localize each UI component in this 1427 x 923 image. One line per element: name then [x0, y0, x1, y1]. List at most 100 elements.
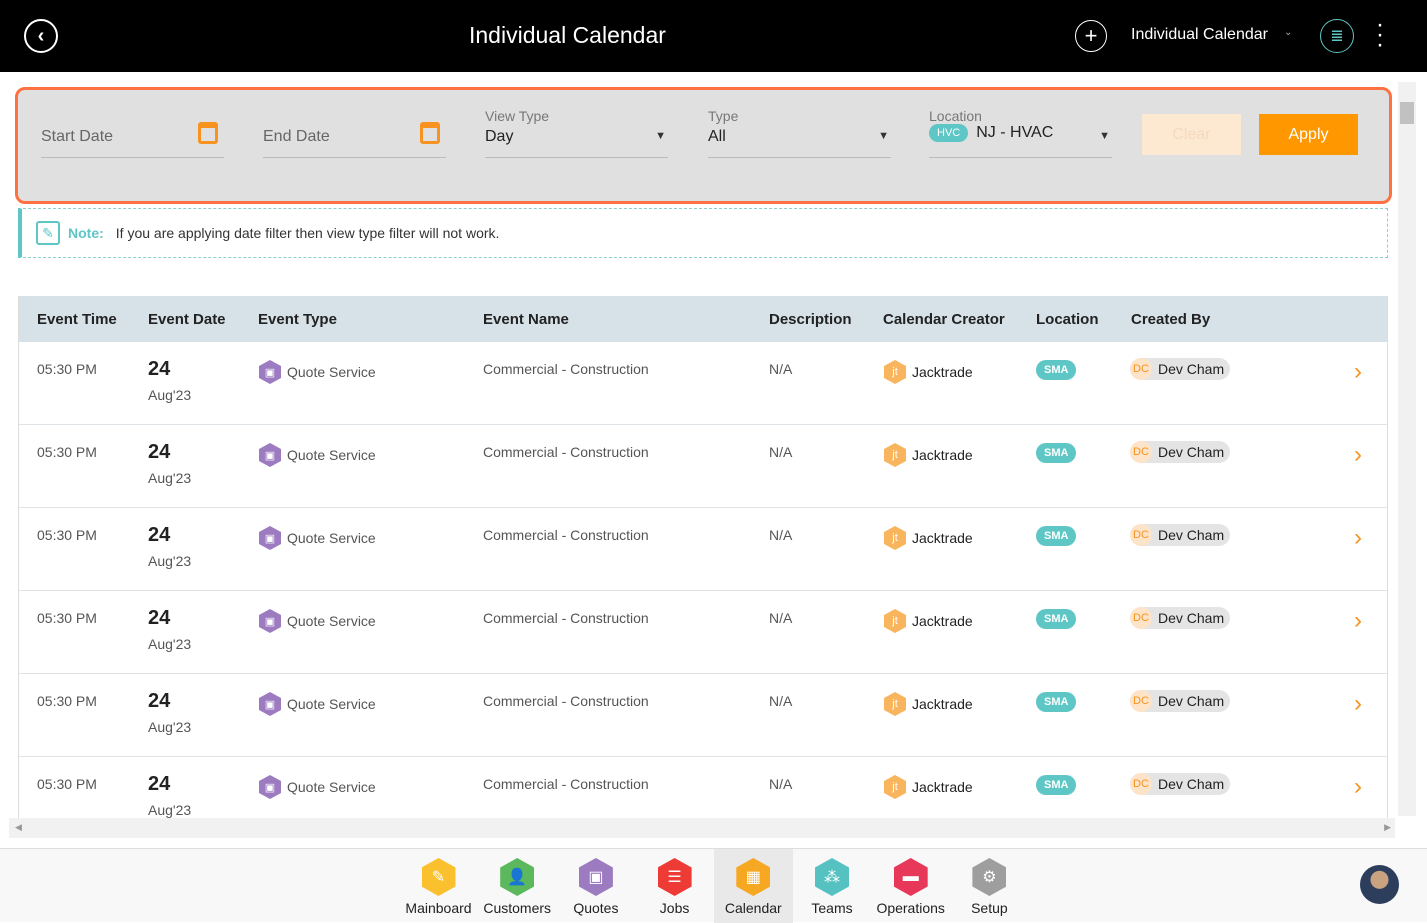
chevron-right-icon[interactable]: › — [1354, 773, 1362, 801]
nav-item-jobs[interactable]: ☰ Jobs — [635, 849, 714, 923]
user-initials-avatar: DC — [1130, 441, 1152, 463]
calendar-creator: jt Jacktrade — [884, 526, 973, 550]
user-initials-avatar: DC — [1130, 358, 1152, 380]
column-header[interactable]: Event Time — [37, 311, 117, 328]
event-type: ▣ Quote Service — [259, 609, 376, 633]
user-initials-avatar: DC — [1130, 690, 1152, 712]
avatar[interactable] — [1360, 865, 1399, 904]
event-name: Commercial - Construction — [483, 693, 649, 709]
column-header[interactable]: Event Type — [258, 311, 337, 328]
table-header: Event Time Event Date Event Type Event N… — [19, 296, 1387, 342]
event-time: 05:30 PM — [37, 693, 97, 709]
start-date-field[interactable]: Start Date — [41, 104, 224, 158]
event-type-label: Quote Service — [287, 613, 376, 629]
table-row[interactable]: 05:30 PM 24 Aug'23 ▣ Quote Service Commer… — [19, 674, 1387, 757]
operations-icon: ▬ — [893, 858, 928, 896]
nav-item-quotes[interactable]: ▣ Quotes — [556, 849, 635, 923]
event-month: Aug'23 — [148, 802, 192, 818]
created-by-chip: DC Dev Cham — [1130, 773, 1231, 795]
calendar-icon[interactable] — [420, 122, 440, 144]
nav-item-mainboard[interactable]: ✎ Mainboard — [399, 849, 478, 923]
created-by-chip: DC Dev Cham — [1130, 524, 1231, 546]
edit-note-icon: ✎ — [36, 221, 60, 245]
location-badge: SMA — [1036, 360, 1077, 380]
event-description: N/A — [769, 693, 793, 709]
end-date-field[interactable]: End Date — [263, 104, 446, 158]
nav-item-teams[interactable]: ⁂ Teams — [793, 849, 872, 923]
view-type-select[interactable]: View Type Day ▼ — [485, 104, 668, 158]
quote-service-icon: ▣ — [259, 443, 281, 467]
nav-label: Setup — [971, 900, 1008, 916]
nav-item-customers[interactable]: 👤 Customers — [478, 849, 557, 923]
back-icon[interactable]: ‹ — [24, 19, 58, 53]
page-title: Individual Calendar — [469, 22, 666, 48]
table-row[interactable]: 05:30 PM 24 Aug'23 ▣ Quote Service Commer… — [19, 757, 1387, 818]
event-type-label: Quote Service — [287, 447, 376, 463]
bottom-nav: ✎ Mainboard 👤 Customers ▣ Quotes ☰ Jobs ▦ Calenda… — [0, 848, 1427, 923]
quotes-icon: ▣ — [578, 858, 613, 896]
clear-button[interactable]: Clear — [1142, 114, 1241, 155]
quote-service-icon: ▣ — [259, 360, 281, 384]
table-row[interactable]: 05:30 PM 24 Aug'23 ▣ Quote Service Commer… — [19, 425, 1387, 508]
plus-icon[interactable]: + — [1075, 20, 1107, 52]
event-description: N/A — [769, 444, 793, 460]
note-text: If you are applying date filter then vie… — [115, 225, 500, 241]
column-header[interactable]: Calendar Creator — [883, 311, 1005, 328]
created-by-chip: DC Dev Cham — [1130, 690, 1231, 712]
column-header[interactable]: Location — [1036, 311, 1099, 328]
event-description: N/A — [769, 361, 793, 377]
list-icon[interactable]: ≣ — [1320, 19, 1354, 53]
view-type-label: View Type — [485, 108, 550, 124]
chevron-right-icon[interactable]: › — [1354, 441, 1362, 469]
calendar-icon[interactable] — [198, 122, 218, 144]
customer-icon: 👤 — [500, 858, 535, 896]
table-row[interactable]: 05:30 PM 24 Aug'23 ▣ Quote Service Commer… — [19, 591, 1387, 674]
table-row[interactable]: 05:30 PM 24 Aug'23 ▣ Quote Service Commer… — [19, 508, 1387, 591]
event-name: Commercial - Construction — [483, 610, 649, 626]
created-by-chip: DC Dev Cham — [1130, 441, 1231, 463]
nav-label: Customers — [483, 900, 552, 916]
chevron-right-icon[interactable]: › — [1354, 358, 1362, 386]
event-type-label: Quote Service — [287, 364, 376, 380]
chevron-right-icon[interactable]: › — [1354, 690, 1362, 718]
location-select[interactable]: Location HVC NJ - HVAC ▼ — [929, 104, 1112, 158]
nav-item-setup[interactable]: ⚙ Setup — [950, 849, 1029, 923]
event-time: 05:30 PM — [37, 361, 97, 377]
chevron-down-icon[interactable]: ⌄ — [1284, 27, 1292, 38]
type-select[interactable]: Type All ▼ — [708, 104, 891, 158]
calendar-creator: jt Jacktrade — [884, 443, 973, 467]
nav-item-operations[interactable]: ▬ Operations — [871, 849, 950, 923]
event-type: ▣ Quote Service — [259, 360, 376, 384]
nav-label: Teams — [811, 900, 853, 916]
event-name: Commercial - Construction — [483, 776, 649, 792]
event-month: Aug'23 — [148, 553, 192, 569]
quote-service-icon: ▣ — [259, 609, 281, 633]
calendar-selector[interactable]: Individual Calendar — [1131, 26, 1268, 44]
note-label: Note: — [68, 225, 104, 241]
vertical-scrollbar[interactable] — [1398, 82, 1416, 816]
table-row[interactable]: 05:30 PM 24 Aug'23 ▣ Quote Service Commer… — [19, 342, 1387, 425]
column-header[interactable]: Event Name — [483, 311, 569, 328]
calendar-creator: jt Jacktrade — [884, 775, 973, 799]
event-time: 05:30 PM — [37, 776, 97, 792]
nav-label: Operations — [876, 900, 945, 916]
more-vertical-icon[interactable]: · · · — [1372, 13, 1388, 57]
nav-item-calendar[interactable]: ▦ Calendar — [713, 849, 793, 923]
column-header[interactable]: Created By — [1131, 311, 1210, 328]
scrollbar-thumb[interactable] — [1400, 102, 1414, 124]
apply-button[interactable]: Apply — [1259, 114, 1358, 155]
column-header[interactable]: Event Date — [148, 311, 226, 328]
column-header[interactable]: Description — [769, 311, 852, 328]
location-value: HVC NJ - HVAC — [929, 124, 1053, 142]
chevron-right-icon[interactable]: › — [1354, 607, 1362, 635]
event-time: 05:30 PM — [37, 444, 97, 460]
horizontal-scrollbar[interactable]: ◀ ▶ — [9, 818, 1395, 838]
jacktrade-logo-icon: jt — [884, 775, 906, 799]
jacktrade-logo-icon: jt — [884, 360, 906, 384]
events-table: Event Time Event Date Event Type Event N… — [18, 296, 1388, 818]
created-by-chip: DC Dev Cham — [1130, 607, 1231, 629]
mainboard-icon: ✎ — [421, 858, 456, 896]
chevron-right-icon[interactable]: › — [1354, 524, 1362, 552]
event-day: 24 — [148, 441, 171, 463]
nav-label: Jobs — [659, 900, 690, 916]
